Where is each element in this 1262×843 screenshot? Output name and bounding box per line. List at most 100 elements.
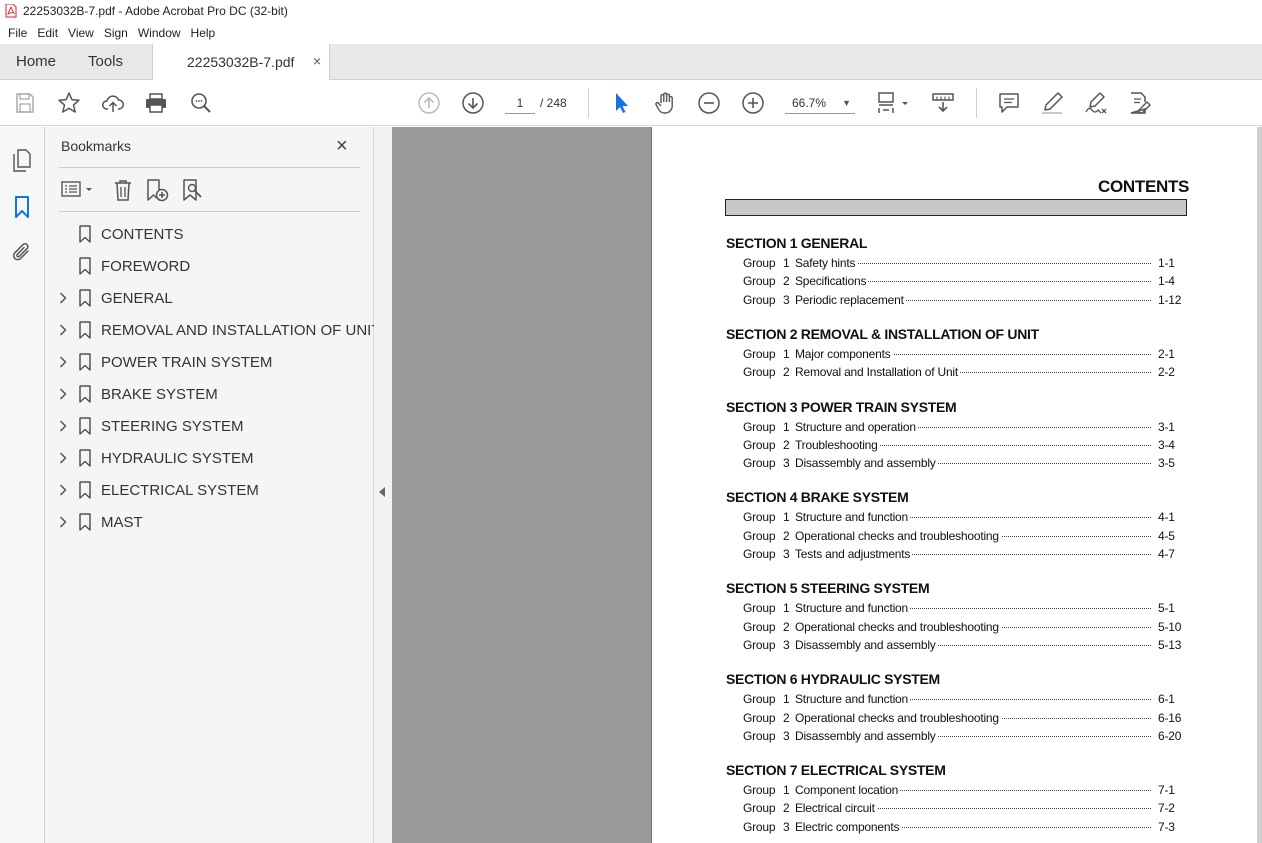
toc-entry[interactable]: Group 2 Specifications 1-4 (743, 274, 1181, 289)
page-reference: 3-1 (1158, 419, 1175, 434)
toc-entry[interactable]: Group 2 Operational checks and troubleshoo… (743, 619, 1181, 635)
toc-entry[interactable]: Group 1 Structure and function 6-1 (743, 692, 1181, 707)
document-viewport[interactable]: CONTENTS SECTION 1 GENERAL Group 1 Safety h… (392, 127, 1262, 843)
group-word: Group (743, 728, 776, 743)
comment-icon[interactable] (997, 91, 1021, 115)
chevron-right-icon[interactable] (59, 420, 67, 432)
vertical-scrollbar[interactable] (1257, 127, 1262, 843)
menu-edit[interactable]: Edit (37, 26, 58, 40)
toc-entry[interactable]: Group 1 Major components 2-1 (743, 346, 1181, 362)
toc-entry[interactable]: Group 2 Operational checks and troubleshoo… (743, 528, 1181, 544)
bookmark-item[interactable]: STEERING SYSTEM (45, 411, 374, 443)
toc-entry[interactable]: Group 1 Safety hints 1-1 (743, 256, 1181, 271)
chevron-right-icon[interactable] (59, 324, 67, 336)
zoom-out-icon[interactable] (697, 91, 721, 115)
toc-entry[interactable]: Group 3 Tests and adjustments 4-7 (743, 547, 1181, 562)
hand-tool-icon[interactable] (653, 91, 677, 115)
group-title: Safety hints (795, 256, 858, 270)
find-zoom-icon[interactable] (189, 91, 213, 115)
menu-window[interactable]: Window (138, 26, 181, 40)
save-icon[interactable] (13, 91, 37, 115)
tab-home[interactable]: Home (16, 53, 56, 70)
group-word: Group (743, 819, 776, 834)
highlight-pen-icon[interactable] (1040, 91, 1064, 115)
section-heading: SECTION 6 HYDRAULIC SYSTEM (726, 671, 940, 688)
toc-entry[interactable]: Group 3 Disassembly and assembly 6-20 (743, 728, 1181, 744)
sign-pen-icon[interactable] (1084, 91, 1108, 115)
toc-entry[interactable]: Group 1 Structure and function 4-1 (743, 510, 1181, 525)
menu-help[interactable]: Help (191, 26, 216, 40)
group-word: Group (743, 274, 776, 289)
chevron-right-icon[interactable] (59, 388, 67, 400)
find-bookmark-icon[interactable] (181, 178, 205, 202)
page-display-icon[interactable] (874, 91, 910, 115)
group-number: 3 (783, 456, 790, 471)
group-number: 3 (783, 547, 790, 561)
section-heading: SECTION 1 GENERAL (726, 235, 868, 251)
chevron-right-icon[interactable] (59, 516, 67, 528)
bookmark-item[interactable]: POWER TRAIN SYSTEM (45, 347, 374, 379)
edit-document-icon[interactable] (1127, 91, 1151, 115)
menu-file[interactable]: File (8, 26, 27, 40)
menu-sign[interactable]: Sign (104, 26, 128, 40)
toc-entry[interactable]: Group 3 Periodic replacement 1-12 (743, 292, 1181, 308)
bookmark-label: POWER TRAIN SYSTEM (101, 354, 273, 371)
bookmark-icon[interactable] (11, 195, 33, 219)
tab-tools[interactable]: Tools (88, 53, 123, 70)
toc-entry[interactable]: Group 1 Component location 7-1 (743, 783, 1181, 798)
panel-collapse-handle[interactable] (374, 127, 392, 843)
window-title: 22253032B-7.pdf - Adobe Acrobat Pro DC (… (23, 4, 288, 18)
chevron-right-icon[interactable] (59, 484, 67, 496)
group-word: Group (743, 710, 776, 725)
zoom-in-icon[interactable] (741, 91, 765, 115)
bookmark-item[interactable]: CONTENTS (45, 219, 374, 251)
toc-entry[interactable]: Group 3 Disassembly and assembly 3-5 (743, 456, 1181, 471)
tab-document[interactable]: 22253032B-7.pdf × (152, 44, 330, 81)
page-thumbnails-icon[interactable] (11, 148, 33, 172)
toc-entry[interactable]: Group 3 Disassembly and assembly 5-13 (743, 637, 1181, 653)
bookmark-icon (79, 289, 91, 307)
print-icon[interactable] (144, 91, 168, 115)
page-reference: 4-1 (1158, 510, 1175, 525)
bookmark-item[interactable]: ELECTRICAL SYSTEM (45, 475, 374, 507)
bookmark-item[interactable]: FOREWORD (45, 251, 374, 283)
close-panel-button[interactable]: × (336, 135, 348, 158)
group-number: 2 (783, 619, 790, 634)
group-word: Group (743, 783, 776, 798)
chevron-right-icon[interactable] (59, 356, 67, 368)
toc-entry[interactable]: Group 2 Troubleshooting 3-4 (743, 437, 1181, 453)
previous-page-icon[interactable] (417, 91, 441, 115)
page-number-input[interactable]: 1 (505, 92, 535, 114)
bookmarks-panel: Bookmarks × CONTENTS FOREWORD GENERAL REMOV… (45, 127, 381, 843)
select-cursor-icon[interactable] (609, 91, 633, 115)
menu-view[interactable]: View (68, 26, 94, 40)
bookmark-item[interactable]: MAST (45, 507, 374, 539)
upload-cloud-icon[interactable] (101, 91, 125, 115)
attachment-icon[interactable] (11, 240, 33, 264)
bookmark-item[interactable]: BRAKE SYSTEM (45, 379, 374, 411)
pdf-app-icon (5, 4, 17, 18)
toc-entry[interactable]: Group 2 Operational checks and troubleshoo… (743, 710, 1181, 726)
tab-close-button[interactable]: × (313, 53, 321, 69)
page-reference: 2-1 (1158, 346, 1175, 361)
new-bookmark-icon[interactable] (145, 178, 169, 202)
group-title: Electric components (795, 819, 902, 834)
bookmark-item[interactable]: HYDRAULIC SYSTEM (45, 443, 374, 475)
next-page-icon[interactable] (461, 91, 485, 115)
chevron-right-icon[interactable] (59, 292, 67, 304)
bookmark-item[interactable]: REMOVAL AND INSTALLATION OF UNIT (45, 315, 381, 347)
toc-entry[interactable]: Group 1 Structure and function 5-1 (743, 601, 1181, 616)
toc-entry[interactable]: Group 3 Electric components 7-3 (743, 819, 1181, 835)
toc-entry[interactable]: Group 1 Structure and operation 3-1 (743, 419, 1181, 435)
zoom-level-select[interactable]: 66.7% ▼ (785, 92, 855, 114)
toc-entry[interactable]: Group 2 Removal and Installation of Unit 2-… (743, 365, 1181, 380)
scroll-mode-icon[interactable] (931, 91, 955, 115)
star-icon[interactable] (57, 91, 81, 115)
page-reference: 2-2 (1158, 365, 1175, 380)
bookmark-item[interactable]: GENERAL (45, 283, 374, 315)
toc-entry[interactable]: Group 2 Electrical circuit 7-2 (743, 801, 1181, 816)
delete-trash-icon[interactable] (111, 178, 135, 202)
options-menu-icon[interactable] (60, 178, 96, 202)
chevron-right-icon[interactable] (59, 452, 67, 464)
bookmark-label: CONTENTS (101, 226, 184, 243)
